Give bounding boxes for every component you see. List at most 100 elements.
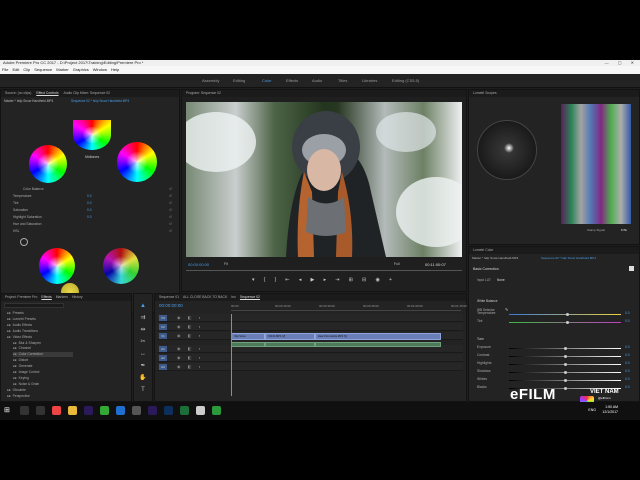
effects-folder[interactable]: ▸■ Audio Transitions — [7, 329, 38, 334]
lumetri-clip-master[interactable]: Master * Islip Snow Handheld.MP4 — [472, 256, 518, 260]
effect-row[interactable]: Hue and Saturation ↺ — [7, 222, 177, 227]
workspace-tab-0[interactable]: Assembly — [202, 78, 219, 83]
track-header-label[interactable]: A1 — [159, 346, 167, 352]
slider-knob[interactable] — [563, 347, 567, 350]
menu-marker[interactable]: Marker — [56, 67, 68, 72]
sequence-tab-0[interactable]: Sequence 01 — [159, 295, 179, 299]
task-view-icon[interactable] — [36, 406, 45, 415]
premiere-icon[interactable] — [84, 406, 93, 415]
tab-audio-clip-mixer[interactable]: Audio Clip Mixer: Sequence 02 — [63, 91, 110, 95]
shadows-color-wheel[interactable] — [29, 145, 67, 183]
track-select-icon[interactable]: ⇉ — [139, 314, 147, 322]
track-toggles[interactable]: ◉ ◧ ◐ — [177, 333, 204, 338]
explorer-icon[interactable] — [68, 406, 77, 415]
reset-icon[interactable]: ↺ — [169, 194, 172, 199]
timeline-ruler[interactable]: 00:00 00:00:15:00 00:00:30:00 00:00:45:00 00… — [231, 303, 467, 311]
effect-row-value[interactable]: 0.0 — [87, 194, 92, 199]
hue-color-wheel[interactable] — [39, 248, 75, 284]
midtones-color-wheel[interactable] — [73, 120, 111, 150]
effects-folder[interactable]: ▸■ Noise & Grain — [13, 382, 39, 387]
basic-correction-header[interactable]: Basic Correction — [473, 267, 499, 271]
hand-tool-icon[interactable]: ✋ — [139, 374, 147, 382]
effect-row-value[interactable]: 0.0 — [87, 201, 92, 206]
effects-folder[interactable]: ▸■ Color Correction — [13, 352, 73, 358]
workspace-tab-2[interactable]: Color — [262, 78, 272, 83]
track-header-label[interactable]: V2 — [159, 324, 167, 330]
workspace-tab-5[interactable]: Titles — [338, 78, 347, 83]
timeline-audio-clip[interactable] — [264, 342, 315, 347]
slider-value[interactable]: 0.0 — [625, 369, 630, 374]
reset-icon[interactable]: ↺ — [169, 215, 172, 220]
timeline-audio-clip[interactable] — [315, 342, 441, 347]
type-tool-icon[interactable]: T — [139, 386, 147, 394]
go-to-in-icon[interactable]: ⇤ — [285, 276, 289, 284]
effect-row[interactable]: Temperature 0.0 ↺ — [7, 194, 177, 199]
slider-knob[interactable] — [565, 321, 569, 324]
effects-folder[interactable]: ▸■ Video Effects — [7, 335, 32, 340]
slider-knob[interactable] — [565, 313, 569, 316]
reset-icon[interactable]: ↺ — [169, 187, 172, 192]
basic-correction-checkbox[interactable] — [629, 266, 634, 271]
effect-row[interactable]: Color Balance ↺ — [7, 187, 177, 192]
language-indicator[interactable]: ENG — [588, 408, 596, 412]
clip-label[interactable]: Master * Islip Snow Handheld.MP4 — [4, 99, 53, 103]
reset-icon[interactable]: ↺ — [169, 229, 172, 234]
slider-value[interactable]: 0.0 — [625, 385, 630, 390]
saturation-color-wheel[interactable] — [103, 248, 139, 284]
project-tab-2[interactable]: Markers — [56, 295, 68, 299]
slider-knob[interactable] — [563, 379, 567, 382]
chrome-icon[interactable] — [52, 406, 61, 415]
export-frame-icon[interactable]: ◉ — [375, 276, 379, 284]
razor-tool-icon[interactable]: ✂ — [139, 338, 147, 346]
menu-help[interactable]: Help — [111, 67, 119, 72]
track-toggles[interactable]: ◉ ◧ ◐ — [177, 364, 204, 369]
notepad-icon[interactable] — [196, 406, 205, 415]
sequence-tab-1[interactable]: ALL CLOSE BACK TO BACK — [183, 295, 227, 299]
project-tab-0[interactable]: Project: Premiere Pro — [5, 295, 37, 299]
insert-icon[interactable]: ⊞ — [349, 276, 353, 284]
lumetri-scopes-title[interactable]: Lumetri Scopes — [473, 91, 497, 95]
track-header-label[interactable]: A3 — [159, 364, 167, 370]
tab-source[interactable]: Source: (no clips) — [5, 91, 31, 95]
menu-file[interactable]: File — [2, 67, 8, 72]
effects-folder[interactable]: ▸■ Image Control — [13, 370, 39, 375]
step-forward-icon[interactable]: ▸ — [324, 276, 327, 284]
slider-value[interactable]: 0.0 — [625, 361, 630, 366]
menu-edit[interactable]: Edit — [12, 67, 19, 72]
effects-search-input[interactable] — [4, 303, 64, 308]
track-toggles[interactable]: ◉ ◧ ◐ — [177, 346, 204, 351]
track-toggles[interactable]: ◉ ◧ ◐ — [177, 355, 204, 360]
project-tab-3[interactable]: History — [72, 295, 83, 299]
slider-knob[interactable] — [563, 371, 567, 374]
effects-folder[interactable]: ▸■ Blur & Sharpen — [13, 341, 41, 346]
effects-folder[interactable]: ▸■ Generate — [13, 364, 32, 369]
workspace-tab-4[interactable]: Audio — [312, 78, 322, 83]
input-lut-dropdown[interactable]: None — [497, 278, 505, 282]
clip-label-sequence[interactable]: Sequence 02 * Islip Snow Handheld.MP4 — [71, 99, 129, 103]
camtasia-icon[interactable] — [212, 406, 221, 415]
effects-folder[interactable]: ▸■ Lumetri Presets — [7, 317, 36, 322]
slider-value[interactable]: 0.0 — [625, 319, 630, 324]
track-header-label[interactable]: V3 — [159, 315, 167, 321]
menu-sequence[interactable]: Sequence — [34, 67, 52, 72]
excel-icon[interactable] — [180, 406, 189, 415]
clamp-signal-label[interactable]: Clamp Signal — [587, 228, 605, 232]
timeline-clip[interactable]: Clip Snow — [231, 333, 265, 340]
out-point-icon[interactable]: } — [275, 276, 277, 284]
effect-row[interactable]: Highlight Saturation 0.0 ↺ — [7, 215, 177, 220]
reset-icon[interactable]: ↺ — [169, 222, 172, 227]
tab-effect-controls[interactable]: Effect Controls — [36, 91, 58, 95]
ripple-edit-icon[interactable]: ⇹ — [139, 326, 147, 334]
effect-row[interactable]: Tint 0.0 ↺ — [7, 201, 177, 206]
slider-value[interactable]: 0.0 — [625, 353, 630, 358]
video-frame[interactable] — [186, 102, 462, 257]
track-toggles[interactable]: ◉ ◧ ◐ — [177, 324, 204, 329]
slip-tool-icon[interactable]: ↔ — [139, 350, 147, 358]
settings-icon[interactable]: + — [389, 276, 392, 284]
slider-knob[interactable] — [563, 363, 567, 366]
workspace-tab-1[interactable]: Editing — [233, 78, 245, 83]
project-tab-1[interactable]: Effects — [41, 295, 51, 299]
program-title[interactable]: Program: Sequence 02 — [186, 91, 221, 95]
effects-folder[interactable]: ▸■ Perspective — [7, 394, 30, 399]
menu-clip[interactable]: Clip — [23, 67, 30, 72]
